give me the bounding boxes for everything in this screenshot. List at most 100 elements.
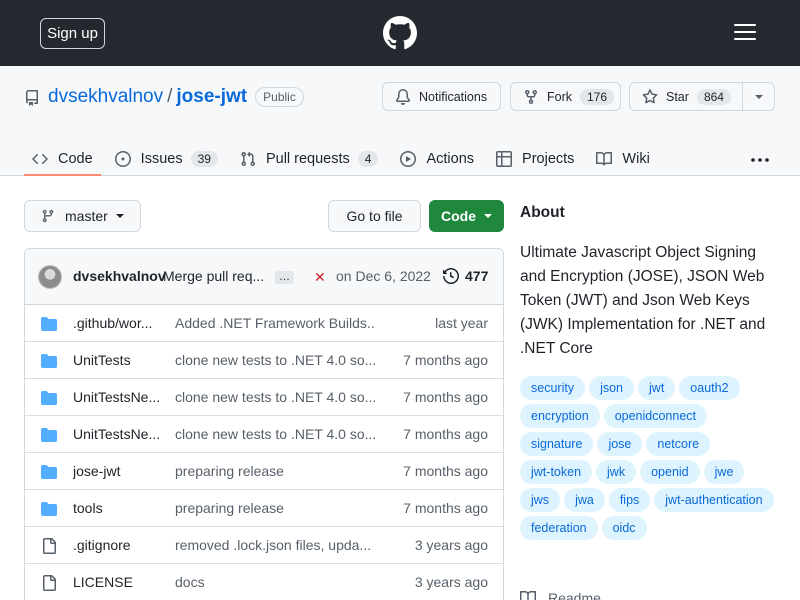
chevron-down-icon[interactable] (755, 95, 763, 99)
topic-tag[interactable]: netcore (646, 432, 711, 456)
file-commit-message[interactable]: preparing release (175, 463, 375, 479)
expand-commit-button[interactable]: … (275, 271, 294, 284)
file-row[interactable]: UnitTests clone new tests to .NET 4.0 so… (25, 342, 503, 379)
topic-tag[interactable]: jwe (703, 460, 745, 484)
tab-label: Projects (522, 151, 575, 167)
star-icon (642, 88, 658, 103)
file-row[interactable]: UnitTestsNe... clone new tests to .NET 4… (25, 416, 503, 453)
topic-tag[interactable]: encryption (520, 404, 600, 428)
repo-title: dvsekhvalnov / jose-jwt Public (48, 86, 304, 108)
tab-label: Wiki (622, 151, 650, 167)
tab-actions[interactable]: Actions (392, 142, 482, 176)
tab-issues[interactable]: Issues 39 (107, 142, 226, 176)
topic-tag[interactable]: oauth2 (679, 376, 740, 400)
file-commit-message[interactable]: preparing release (175, 500, 375, 516)
topic-tag[interactable]: federation (520, 516, 598, 540)
file-age: 7 months ago (403, 426, 488, 442)
topic-tag[interactable]: jose (597, 432, 643, 456)
file-age: 3 years ago (414, 537, 488, 553)
repo-name-link[interactable]: jose-jwt (176, 86, 247, 108)
file-commit-message[interactable]: clone new tests to .NET 4.0 so... (175, 426, 375, 442)
topic-tag[interactable]: oidc (601, 516, 647, 540)
folder-icon (41, 354, 57, 368)
file-age: 7 months ago (403, 500, 488, 516)
notifications-button[interactable]: Notifications (382, 82, 501, 111)
table-icon (496, 151, 513, 167)
topic-tag[interactable]: jwt-authentication (654, 488, 774, 512)
avatar[interactable] (38, 265, 62, 289)
github-mark-icon[interactable] (383, 16, 417, 50)
readme-link[interactable]: Readme (520, 590, 601, 600)
topic-tag[interactable]: security (520, 376, 586, 400)
topic-tag[interactable]: jwk (596, 460, 637, 484)
fork-button[interactable]: Fork 176 (510, 82, 621, 111)
folder-icon (41, 465, 57, 479)
tab-code[interactable]: Code (24, 142, 101, 176)
go-to-file-button[interactable]: Go to file (328, 200, 421, 232)
star-button[interactable]: Star 864 (629, 82, 775, 111)
hamburger-icon[interactable] (734, 24, 756, 42)
latest-commit-bar: dvsekhvalnov Merge pull req... … ✕ on De… (25, 249, 503, 305)
topic-tag[interactable]: jwa (564, 488, 605, 512)
topic-tag[interactable]: signature (520, 432, 594, 456)
fork-icon (525, 89, 537, 104)
chevron-down-icon (115, 214, 124, 218)
file-commit-message[interactable]: clone new tests to .NET 4.0 so... (175, 352, 375, 368)
issue-icon (114, 151, 131, 167)
commit-date[interactable]: on Dec 6, 2022 (336, 268, 431, 284)
repo-icon (25, 90, 38, 106)
code-button-label: Code (441, 208, 476, 224)
file-name-link[interactable]: jose-jwt (73, 463, 161, 479)
file-name-link[interactable]: UnitTestsNe... (73, 389, 161, 405)
file-name-link[interactable]: .gitignore (73, 537, 161, 553)
file-name-link[interactable]: UnitTests (73, 352, 161, 368)
repo-nav-tabs: Code Issues 39 Pull requests 4 Actions P… (24, 142, 664, 176)
topic-tag[interactable]: json (589, 376, 635, 400)
about-description: Ultimate Javascript Object Signing and E… (520, 244, 766, 357)
commit-count[interactable]: 477 (465, 268, 488, 284)
file-commit-message[interactable]: clone new tests to .NET 4.0 so... (175, 389, 375, 405)
topic-tag[interactable]: jws (520, 488, 561, 512)
kebab-horizontal-icon[interactable] (750, 150, 770, 170)
file-commit-message[interactable]: removed .lock.json files, upda... (175, 537, 375, 553)
tab-projects[interactable]: Projects (488, 142, 582, 176)
tab-label: Actions (426, 151, 475, 167)
folder-icon (41, 317, 57, 331)
commit-message-link[interactable]: Merge pull req... (163, 268, 264, 284)
topic-tag[interactable]: jwt (638, 376, 676, 400)
tab-wiki[interactable]: Wiki (588, 142, 657, 176)
tab-pull-requests[interactable]: Pull requests 4 (232, 142, 387, 176)
file-name-link[interactable]: .github/wor... (73, 315, 161, 331)
pull-request-icon (241, 151, 255, 167)
file-row[interactable]: UnitTestsNe... clone new tests to .NET 4… (25, 379, 503, 416)
sign-up-button[interactable]: Sign up (40, 18, 105, 49)
file-name-link[interactable]: tools (73, 500, 161, 516)
topic-tag[interactable]: openidconnect (603, 404, 708, 428)
file-row[interactable]: LICENSE docs 3 years ago (25, 564, 503, 600)
tab-label: Code (58, 151, 93, 167)
code-button[interactable]: Code (429, 200, 504, 232)
status-failed-icon[interactable]: ✕ (314, 269, 326, 286)
topic-tag[interactable]: jwt-token (520, 460, 593, 484)
repo-owner-link[interactable]: dvsekhvalnov (48, 86, 163, 108)
folder-icon (41, 502, 57, 516)
file-name-link[interactable]: LICENSE (73, 574, 161, 590)
star-count: 864 (696, 88, 731, 105)
file-row[interactable]: jose-jwt preparing release 7 months ago (25, 453, 503, 490)
file-commit-message[interactable]: Added .NET Framework Builds... (175, 315, 375, 331)
topic-tag[interactable]: openid (640, 460, 700, 484)
file-row[interactable]: .github/wor... Added .NET Framework Buil… (25, 305, 503, 342)
fork-count: 176 (580, 88, 615, 105)
file-name-link[interactable]: UnitTestsNe... (73, 426, 161, 442)
file-icon (43, 575, 56, 591)
topic-tag[interactable]: fips (608, 488, 651, 512)
file-row[interactable]: tools preparing release 7 months ago (25, 490, 503, 527)
file-row[interactable]: .gitignore removed .lock.json files, upd… (25, 527, 503, 564)
commit-author-link[interactable]: dvsekhvalnov (73, 268, 166, 284)
repo-header: dvsekhvalnov / jose-jwt Public Notificat… (0, 66, 800, 176)
file-icon (43, 538, 56, 554)
branch-selector[interactable]: master (24, 200, 141, 232)
history-icon[interactable] (443, 268, 459, 284)
path-separator: / (167, 86, 173, 107)
file-commit-message[interactable]: docs (175, 574, 375, 590)
